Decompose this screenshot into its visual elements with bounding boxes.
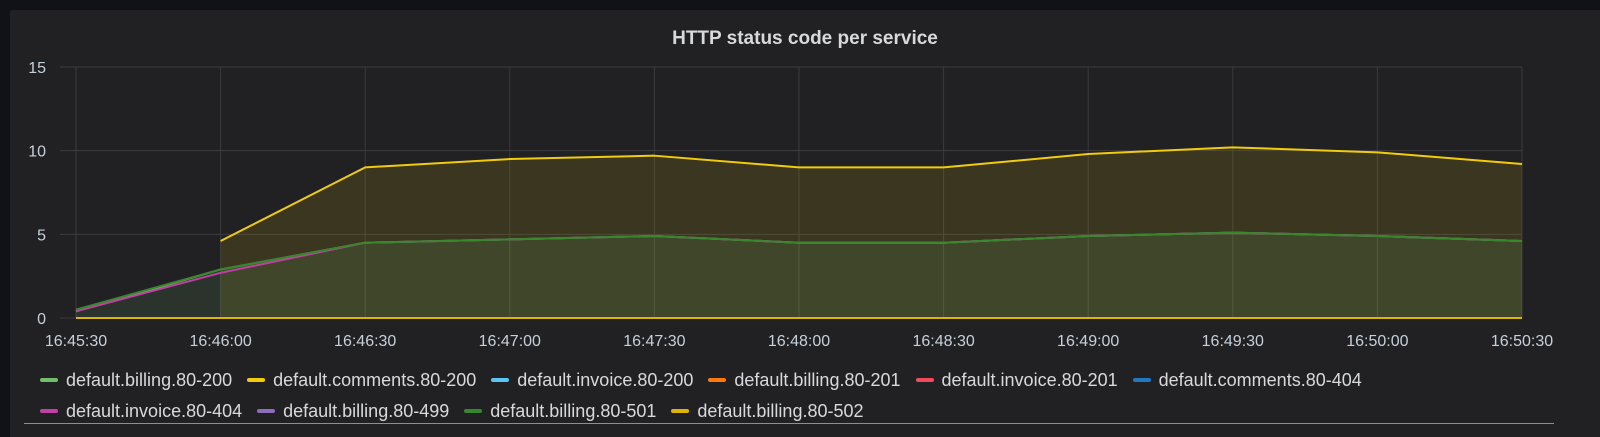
legend-label: default.billing.80-200 <box>66 369 233 390</box>
panel-divider <box>24 423 1554 424</box>
legend-label: default.comments.80-200 <box>273 369 477 390</box>
legend-swatch <box>915 378 934 382</box>
x-tick-label: 16:49:30 <box>1202 333 1264 350</box>
legend-label: default.billing.80-501 <box>490 400 657 421</box>
legend-swatch <box>247 378 266 382</box>
legend-label: default.comments.80-404 <box>1158 369 1362 390</box>
x-tick-label: 16:45:30 <box>45 333 107 350</box>
x-tick-label: 16:46:30 <box>334 333 396 350</box>
legend-swatch <box>40 409 58 413</box>
legend-item[interactable]: default.invoice.80-200 <box>491 366 693 394</box>
legend-label: default.invoice.80-404 <box>66 400 243 421</box>
legend-label: default.billing.80-499 <box>283 400 450 421</box>
legend-swatch <box>708 378 727 382</box>
legend-label: default.billing.80-502 <box>697 400 864 421</box>
x-tick-label: 16:46:00 <box>189 333 251 350</box>
y-tick-label: 10 <box>28 144 46 161</box>
legend-swatch <box>491 378 510 382</box>
x-tick-label: 16:48:00 <box>768 333 830 350</box>
legend-swatch <box>671 409 690 413</box>
y-tick-label: 5 <box>37 227 46 244</box>
x-tick-label: 16:50:00 <box>1346 333 1408 350</box>
legend-label: default.invoice.80-200 <box>517 369 694 390</box>
x-tick-label: 16:49:00 <box>1057 333 1119 350</box>
legend-label: default.billing.80-201 <box>734 369 901 390</box>
legend-swatch <box>1132 378 1151 382</box>
legend-item[interactable]: default.billing.80-501 <box>464 397 656 425</box>
y-tick-label: 0 <box>37 311 46 328</box>
x-tick-label: 16:48:30 <box>912 333 974 350</box>
legend-item[interactable]: default.billing.80-201 <box>708 366 901 394</box>
legend-label: default.invoice.80-201 <box>941 369 1118 390</box>
legend-swatch <box>464 409 483 413</box>
x-tick-label: 16:47:30 <box>623 333 685 350</box>
legend-item[interactable]: default.comments.80-200 <box>247 366 476 394</box>
legend-swatch <box>257 409 276 413</box>
series-areas <box>76 147 1523 318</box>
x-tick-label: 16:50:30 <box>1491 333 1553 350</box>
legend: default.billing.80-200 default.comments.8… <box>40 366 1570 425</box>
legend-item[interactable]: default.invoice.80-201 <box>915 366 1118 394</box>
legend-item[interactable]: default.comments.80-404 <box>1132 366 1362 394</box>
legend-item[interactable]: default.billing.80-200 <box>40 366 232 394</box>
legend-item[interactable]: default.billing.80-502 <box>671 397 864 425</box>
x-tick-label: 16:47:00 <box>479 333 541 350</box>
legend-item[interactable]: default.invoice.80-404 <box>40 397 242 425</box>
legend-swatch <box>40 378 58 382</box>
legend-item[interactable]: default.billing.80-499 <box>257 397 449 425</box>
y-tick-label: 15 <box>28 60 46 77</box>
